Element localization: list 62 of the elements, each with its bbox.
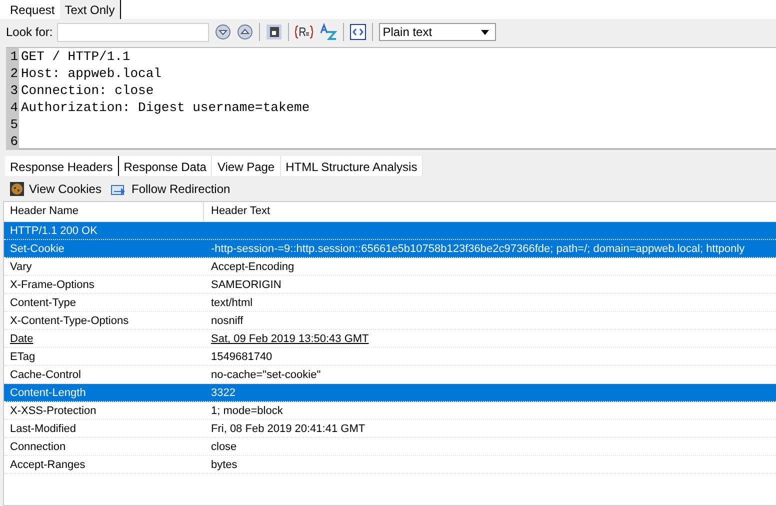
header-name-cell: Date bbox=[10, 333, 34, 345]
header-text-cell: no-cache="set-cookie" bbox=[211, 369, 321, 381]
table-row[interactable]: X-XSS-Protection 1; mode=block bbox=[4, 402, 776, 420]
tab[interactable]: Response Data bbox=[118, 156, 212, 176]
header-name-cell: Content-Type bbox=[10, 297, 76, 309]
header-name-cell: Set-Cookie bbox=[10, 243, 64, 255]
table-row[interactable]: Set-Cookie -http-session-=9::http.session::65661e5b10758b123f36be2c97366fde; path=/; domain=appweb.local; httponly bbox=[4, 240, 776, 258]
tab[interactable]: View Page bbox=[212, 156, 281, 176]
follow-redirection-button[interactable]: Follow Redirection bbox=[109, 180, 232, 198]
header-name-cell: Vary bbox=[10, 261, 32, 273]
code-line: Authorization: Digest username=takeme bbox=[21, 99, 310, 116]
header-text-cell: -http-session-=9::http.session::65661e5b10758b123f36be2c97366fde; path=/; domain=appweb.local; httponly bbox=[211, 243, 745, 255]
header-name-cell: HTTP/1.1 200 OK bbox=[10, 225, 98, 237]
line-number: 4 bbox=[6, 99, 19, 116]
line-number: 1 bbox=[6, 48, 19, 65]
header-name-cell: Connection bbox=[10, 441, 66, 453]
header-text-cell: Fri, 08 Feb 2019 20:41:41 GMT bbox=[211, 423, 366, 435]
header-name-cell: X-Content-Type-Options bbox=[10, 315, 129, 327]
header-text-cell: close bbox=[211, 441, 237, 453]
look-for-label: Look for: bbox=[6, 25, 53, 39]
tab[interactable]: HTML Structure Analysis bbox=[280, 156, 424, 176]
code-line: Host: appweb.local bbox=[21, 65, 162, 82]
header-text-cell: SAMEORIGIN bbox=[211, 279, 282, 291]
table-row[interactable]: Content-Type text/html bbox=[4, 294, 776, 312]
table-row[interactable]: Accept-Ranges bytes bbox=[4, 456, 776, 474]
code-line: GET / HTTP/1.1 bbox=[21, 48, 130, 65]
header-text-cell: Accept-Encoding bbox=[211, 261, 294, 273]
header-text-cell: Sat, 09 Feb 2019 13:50:43 GMT bbox=[211, 333, 369, 345]
header-name-cell: Accept-Ranges bbox=[10, 459, 86, 471]
column-header[interactable]: Header Name bbox=[4, 202, 204, 221]
table-row[interactable]: Date Sat, 09 Feb 2019 13:50:43 GMT bbox=[4, 330, 776, 348]
header-name-cell: ETag bbox=[10, 351, 36, 363]
header-name-cell: Last-Modified bbox=[10, 423, 76, 435]
table-row[interactable]: ETag 1549681740 bbox=[4, 348, 776, 366]
table-row[interactable]: Connection close bbox=[4, 438, 776, 456]
tab[interactable]: Text Only bbox=[60, 0, 121, 19]
header-name-cell: Content-Length bbox=[10, 387, 86, 399]
header-name-cell: Cache-Control bbox=[10, 369, 81, 381]
header-name-cell: X-XSS-Protection bbox=[10, 405, 96, 417]
format-dropdown[interactable]: Plain text bbox=[378, 23, 496, 41]
line-number: 6 bbox=[6, 133, 19, 150]
header-text-cell: 1549681740 bbox=[211, 351, 272, 363]
table-row[interactable]: Last-Modified Fri, 08 Feb 2019 20:41:41 GMT bbox=[4, 420, 776, 438]
header-text-cell: nosniff bbox=[211, 315, 244, 327]
code-editor[interactable]: 1 GET / HTTP/1.1 2 Host: appweb.local 3 Connection: close 4 Authorization: Digest username=takeme 5 6 bbox=[6, 47, 776, 150]
table-row[interactable]: Vary Accept-Encoding bbox=[4, 258, 776, 276]
line-number: 3 bbox=[6, 82, 19, 99]
table-row[interactable]: X-Content-Type-Options nosniff bbox=[4, 312, 776, 330]
header-text-cell: text/html bbox=[211, 297, 253, 309]
table-row[interactable]: Content-Length 3322 bbox=[4, 384, 776, 402]
column-header[interactable]: Header Text bbox=[204, 202, 776, 221]
code-line: Connection: close bbox=[21, 82, 154, 99]
header-text-cell: 1; mode=block bbox=[211, 405, 283, 417]
table-row[interactable]: X-Frame-Options SAMEORIGIN bbox=[4, 276, 776, 294]
header-text-cell: bytes bbox=[211, 459, 238, 471]
tab[interactable]: Response Headers bbox=[5, 156, 119, 176]
header-text-cell: 3322 bbox=[211, 387, 236, 399]
view-cookies-button[interactable]: View Cookies bbox=[8, 180, 104, 198]
header-name-cell: X-Frame-Options bbox=[10, 279, 94, 291]
line-number: 2 bbox=[6, 65, 19, 82]
table-row[interactable]: HTTP/1.1 200 OK bbox=[4, 222, 776, 240]
line-number: 5 bbox=[6, 116, 19, 133]
